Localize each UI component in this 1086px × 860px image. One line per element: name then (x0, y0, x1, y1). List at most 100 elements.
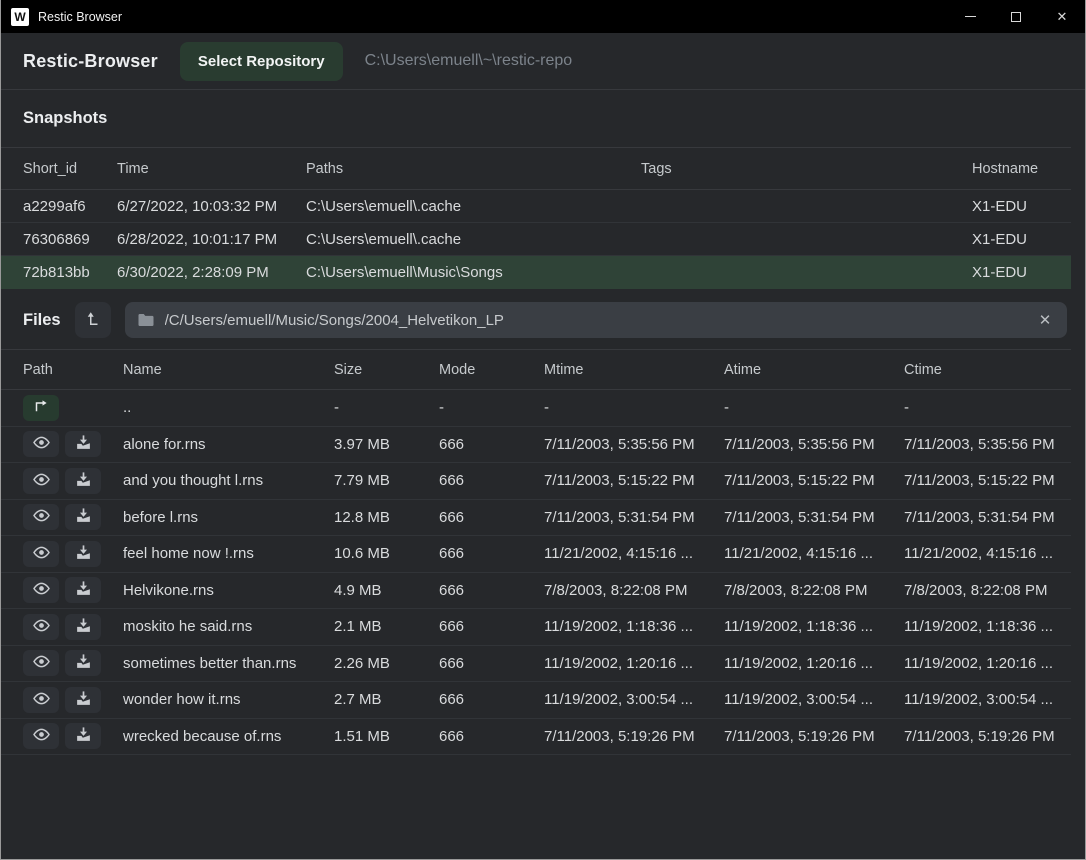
go-up-directory-button[interactable] (75, 302, 111, 338)
preview-file-button[interactable] (23, 577, 59, 603)
col-atime: Atime (724, 362, 904, 378)
file-mtime: 11/19/2002, 3:00:54 ... (544, 691, 724, 708)
snapshot-short-id: a2299af6 (23, 198, 117, 215)
app-logo-icon: W (11, 8, 29, 26)
maximize-button[interactable] (993, 0, 1039, 33)
download-file-button[interactable] (65, 541, 101, 567)
file-name: and you thought l.rns (123, 472, 334, 489)
file-mode: 666 (439, 582, 544, 599)
file-size: 2.26 MB (334, 655, 439, 672)
current-path-input[interactable]: /C/Users/emuell/Music/Songs/2004_Helveti… (125, 302, 1067, 338)
file-atime: 11/19/2002, 1:20:16 ... (724, 655, 904, 672)
snapshot-hostname: X1-EDU (972, 231, 1071, 248)
download-file-button[interactable] (65, 723, 101, 749)
col-short-id: Short_id (23, 161, 117, 177)
snapshot-time: 6/28/2022, 10:01:17 PM (117, 231, 306, 248)
snapshot-time: 6/30/2022, 2:28:09 PM (117, 264, 306, 281)
preview-file-button[interactable] (23, 650, 59, 676)
files-bar: Files /C/Users/emuell/Music/Songs/2004_H… (1, 295, 1085, 345)
file-name: wrecked because of.rns (123, 728, 334, 745)
files-title: Files (23, 311, 61, 330)
file-size: 12.8 MB (334, 509, 439, 526)
download-icon (75, 544, 92, 564)
file-mtime: 7/11/2003, 5:15:22 PM (544, 472, 724, 489)
clear-icon: ✕ (1039, 311, 1052, 329)
download-file-button[interactable] (65, 577, 101, 603)
file-mtime: 7/11/2003, 5:31:54 PM (544, 509, 724, 526)
download-file-button[interactable] (65, 431, 101, 457)
preview-file-button[interactable] (23, 687, 59, 713)
file-row: and you thought l.rns 7.79 MB 666 7/11/2… (1, 463, 1071, 500)
file-row: feel home now !.rns 10.6 MB 666 11/21/20… (1, 536, 1071, 573)
download-file-button[interactable] (65, 468, 101, 494)
preview-file-button[interactable] (23, 504, 59, 530)
col-hostname: Hostname (972, 161, 1071, 177)
file-name: sometimes better than.rns (123, 655, 334, 672)
minimize-button[interactable] (947, 0, 993, 33)
snapshot-short-id: 76306869 (23, 231, 117, 248)
snapshot-row[interactable]: a2299af6 6/27/2022, 10:03:32 PM C:\Users… (1, 190, 1071, 223)
preview-file-button[interactable] (23, 541, 59, 567)
download-file-button[interactable] (65, 614, 101, 640)
download-icon (75, 580, 92, 600)
file-row: Helvikone.rns 4.9 MB 666 7/8/2003, 8:22:… (1, 573, 1071, 610)
file-atime: 11/19/2002, 1:18:36 ... (724, 618, 904, 635)
col-ctime: Ctime (904, 362, 1071, 378)
snapshot-row-selected[interactable]: 72b813bb 6/30/2022, 2:28:09 PM C:\Users\… (1, 256, 1071, 289)
close-icon: ✕ (1057, 9, 1068, 25)
file-ctime: 7/8/2003, 8:22:08 PM (904, 582, 1071, 599)
file-size: 2.1 MB (334, 618, 439, 635)
preview-file-button[interactable] (23, 431, 59, 457)
app-window: W Restic Browser ✕ Restic-Browser Select… (0, 0, 1086, 860)
eye-icon (32, 616, 51, 638)
eye-icon (32, 579, 51, 601)
eye-icon (32, 506, 51, 528)
maximize-icon (1011, 12, 1021, 22)
file-ctime: 7/11/2003, 5:31:54 PM (904, 509, 1071, 526)
file-size: 7.79 MB (334, 472, 439, 489)
snapshot-row[interactable]: 76306869 6/28/2022, 10:01:17 PM C:\Users… (1, 223, 1071, 256)
titlebar: W Restic Browser ✕ (1, 0, 1085, 33)
file-mtime: 11/19/2002, 1:20:16 ... (544, 655, 724, 672)
file-row: before l.rns 12.8 MB 666 7/11/2003, 5:31… (1, 500, 1071, 537)
preview-file-button[interactable] (23, 468, 59, 494)
snapshot-hostname: X1-EDU (972, 198, 1071, 215)
window-title: Restic Browser (38, 10, 122, 24)
enter-directory-icon (32, 397, 50, 418)
preview-file-button[interactable] (23, 614, 59, 640)
file-size: 3.97 MB (334, 436, 439, 453)
window-controls: ✕ (947, 0, 1085, 33)
file-atime: 7/8/2003, 8:22:08 PM (724, 582, 904, 599)
file-mtime: 7/8/2003, 8:22:08 PM (544, 582, 724, 599)
col-time: Time (117, 161, 306, 177)
file-mode: 666 (439, 509, 544, 526)
file-name: before l.rns (123, 509, 334, 526)
col-path: Path (23, 362, 123, 378)
current-path-text: /C/Users/emuell/Music/Songs/2004_Helveti… (165, 312, 1021, 329)
preview-file-button[interactable] (23, 723, 59, 749)
file-ctime: 7/11/2003, 5:35:56 PM (904, 436, 1071, 453)
open-parent-directory-button[interactable] (23, 395, 59, 421)
file-name: .. (123, 399, 334, 416)
eye-icon (32, 470, 51, 492)
download-file-button[interactable] (65, 504, 101, 530)
download-file-button[interactable] (65, 650, 101, 676)
download-file-button[interactable] (65, 687, 101, 713)
file-atime: 11/21/2002, 4:15:16 ... (724, 545, 904, 562)
snapshots-table-header: Short_id Time Paths Tags Hostname (1, 147, 1071, 190)
eye-icon (32, 543, 51, 565)
select-repository-button[interactable]: Select Repository (180, 42, 343, 81)
file-atime: 7/11/2003, 5:35:56 PM (724, 436, 904, 453)
close-button[interactable]: ✕ (1039, 0, 1085, 33)
up-directory-icon (84, 310, 102, 331)
file-size: - (334, 399, 439, 416)
snapshot-paths: C:\Users\emuell\Music\Songs (306, 264, 641, 281)
files-table-header: Path Name Size Mode Mtime Atime Ctime (1, 349, 1071, 390)
repository-path: C:\Users\emuell\~\restic-repo (365, 52, 573, 70)
download-icon (75, 726, 92, 746)
download-icon (75, 434, 92, 454)
app-header: Restic-Browser Select Repository C:\User… (1, 33, 1085, 90)
file-mode: 666 (439, 545, 544, 562)
clear-path-button[interactable]: ✕ (1031, 306, 1059, 334)
eye-icon (32, 433, 51, 455)
